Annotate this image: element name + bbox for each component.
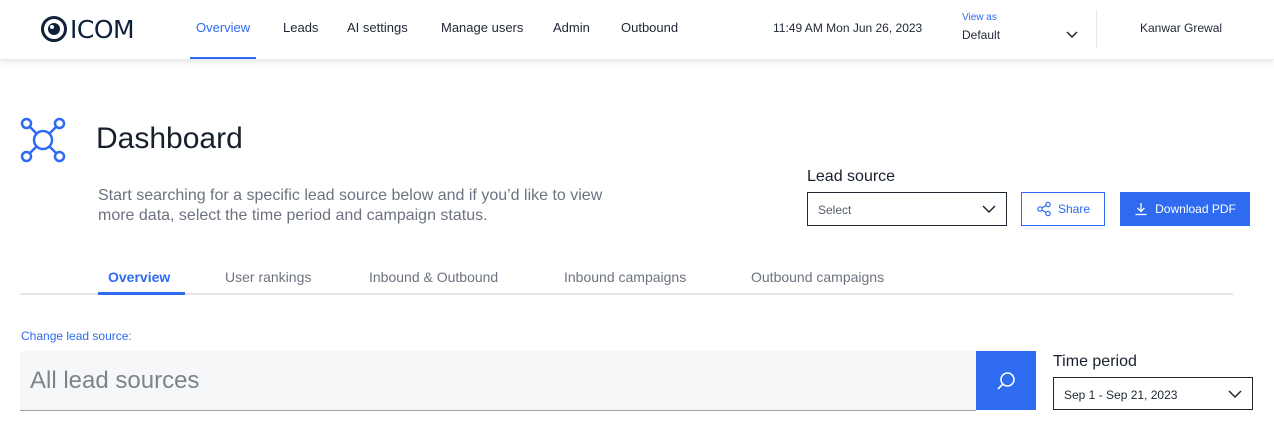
nav-item-manage-users[interactable]: Manage users bbox=[441, 20, 523, 35]
search-icon bbox=[997, 371, 1015, 390]
nav-item-ai-settings[interactable]: AI settings bbox=[347, 20, 408, 35]
chevron-down-icon[interactable] bbox=[1065, 29, 1079, 39]
page-title: Dashboard bbox=[96, 122, 243, 155]
top-navigation-bar: ICOM Overview Leads AI settings Manage u… bbox=[0, 0, 1274, 60]
download-button-label: Download PDF bbox=[1155, 202, 1236, 216]
download-pdf-button[interactable]: Download PDF bbox=[1120, 192, 1250, 226]
page-description: Start searching for a specific lead sour… bbox=[98, 187, 603, 224]
nav-active-indicator bbox=[190, 57, 256, 59]
tabs-divider bbox=[20, 293, 1233, 295]
nav-item-admin[interactable]: Admin bbox=[553, 20, 590, 35]
chevron-down-icon bbox=[1228, 390, 1242, 399]
time-period-label: Time period bbox=[1053, 353, 1137, 370]
logo-text: ICOM bbox=[70, 14, 135, 44]
tab-active-indicator bbox=[98, 292, 185, 295]
share-icon bbox=[1037, 201, 1051, 217]
lead-source-selected-value: Select bbox=[818, 203, 852, 217]
share-button[interactable]: Share bbox=[1021, 192, 1105, 226]
logo-icon bbox=[41, 16, 67, 42]
nav-divider bbox=[1096, 10, 1097, 48]
view-as-value[interactable]: Default bbox=[962, 28, 1000, 42]
lead-source-select[interactable]: Select bbox=[807, 192, 1007, 226]
user-name[interactable]: Kanwar Grewal bbox=[1140, 21, 1222, 35]
current-datetime: 11:49 AM Mon Jun 26, 2023 bbox=[773, 21, 923, 35]
share-button-label: Share bbox=[1057, 202, 1091, 216]
icom-logo[interactable]: ICOM bbox=[41, 14, 135, 44]
chevron-down-icon bbox=[982, 205, 996, 214]
tab-user-rankings[interactable]: User rankings bbox=[225, 269, 311, 285]
nav-item-leads[interactable]: Leads bbox=[283, 20, 318, 35]
tab-overview[interactable]: Overview bbox=[108, 269, 170, 285]
lead-source-search-box bbox=[20, 351, 976, 411]
time-period-select[interactable]: Sep 1 - Sep 21, 2023 bbox=[1053, 377, 1253, 410]
tab-outbound-campaigns[interactable]: Outbound campaigns bbox=[751, 269, 884, 285]
time-period-selected-value: Sep 1 - Sep 21, 2023 bbox=[1064, 388, 1178, 402]
lead-source-search-input[interactable] bbox=[30, 351, 960, 410]
view-as-label: View as bbox=[962, 12, 997, 23]
tab-inbound-campaigns[interactable]: Inbound campaigns bbox=[564, 269, 686, 285]
network-nodes-icon bbox=[20, 117, 66, 163]
nav-item-outbound[interactable]: Outbound bbox=[621, 20, 678, 35]
lead-source-label: Lead source bbox=[807, 168, 896, 185]
change-lead-source-label: Change lead source: bbox=[21, 329, 132, 343]
tab-inbound-outbound[interactable]: Inbound & Outbound bbox=[369, 269, 498, 285]
nav-item-overview[interactable]: Overview bbox=[196, 20, 250, 35]
search-button[interactable] bbox=[976, 351, 1036, 410]
download-icon bbox=[1135, 203, 1147, 216]
